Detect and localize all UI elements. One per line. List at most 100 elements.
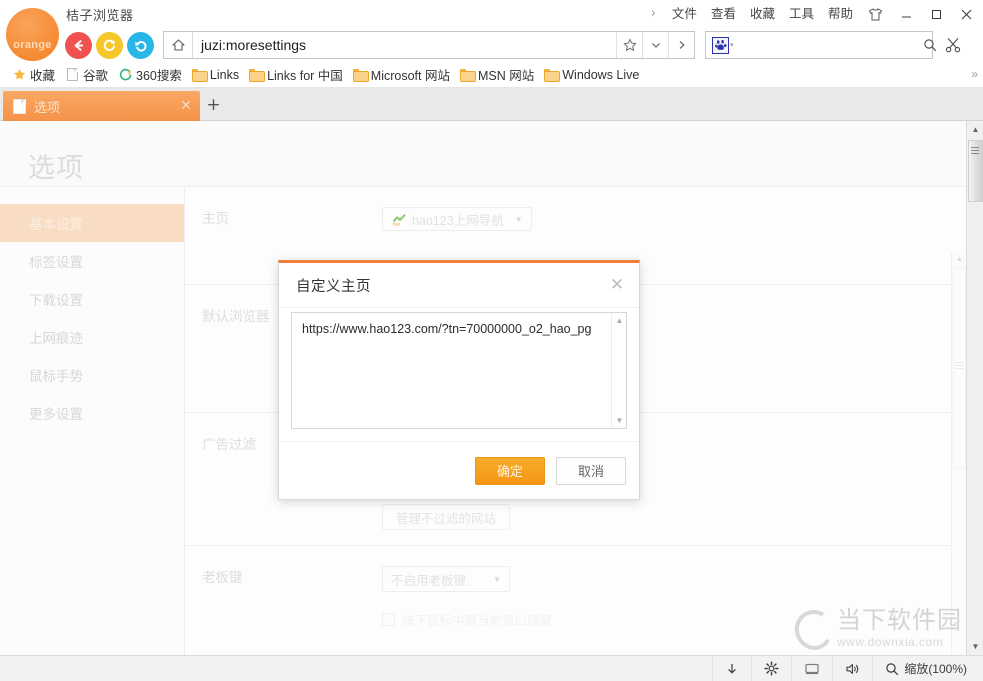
tab-favicon-icon <box>13 99 26 114</box>
boss-key-checkbox-label: 按下鼠标中键当前窗口隐藏 <box>402 610 552 629</box>
window-mode-button[interactable] <box>791 656 832 681</box>
go-button[interactable] <box>668 32 694 58</box>
scroll-down-icon[interactable]: ▼ <box>967 638 983 655</box>
bookmark-label: 360搜索 <box>136 65 182 84</box>
boss-key-select[interactable]: 不启用老板键 ▼ <box>382 566 510 592</box>
bookmark-windows-live[interactable]: Windows Live <box>540 66 645 84</box>
address-bar[interactable]: juzi:moresettings <box>163 31 695 59</box>
sidebar-item-tab-settings[interactable]: 标签设置 <box>0 242 184 280</box>
tab-options[interactable]: 选项 ✕ <box>3 91 200 121</box>
custom-homepage-dialog: 自定义主页 ✕ https://www.hao123.com/?tn=70000… <box>278 260 640 500</box>
menu-item-tools[interactable]: 工具 <box>782 0 821 28</box>
tshirt-icon[interactable] <box>860 8 891 21</box>
bookmark-links-for-china[interactable]: Links for 中国 <box>245 63 349 86</box>
bookmark-label: Links for 中国 <box>267 65 343 84</box>
menu-expand-icon[interactable]: › <box>642 0 665 28</box>
homepage-url-textarea[interactable]: https://www.hao123.com/?tn=70000000_o2_h… <box>291 312 627 429</box>
cancel-button[interactable]: 取消 <box>556 457 626 485</box>
home-icon[interactable] <box>164 32 193 58</box>
folder-icon <box>192 68 206 82</box>
dialog-title: 自定义主页 <box>296 275 607 296</box>
menu-item-favorites[interactable]: 收藏 <box>743 0 782 28</box>
tab-close-icon[interactable]: ✕ <box>178 98 194 114</box>
menu-bar: › 文件 查看 收藏 工具 帮助 <box>642 0 981 28</box>
scroll-up-icon[interactable]: ▲ <box>967 121 983 138</box>
bookmark-links[interactable]: Links <box>188 66 245 84</box>
downloads-button[interactable] <box>712 656 751 681</box>
doc-icon <box>65 68 79 82</box>
tab-title: 选项 <box>34 97 178 116</box>
checkbox-box[interactable] <box>382 613 395 626</box>
sidebar-item-download-settings[interactable]: 下载设置 <box>0 280 184 318</box>
bookmark-label: MSN 网站 <box>478 65 534 84</box>
hao123-icon: hao <box>391 212 407 226</box>
bookmark-msn[interactable]: MSN 网站 <box>456 63 540 86</box>
confirm-button[interactable]: 确定 <box>475 457 545 485</box>
sidebar-item-label: 基本设置 <box>29 213 83 233</box>
setting-label: 老板键 <box>185 566 382 590</box>
zoom-label: 缩放(100%) <box>904 660 967 677</box>
homepage-url-value[interactable]: https://www.hao123.com/?tn=70000000_o2_h… <box>302 322 604 336</box>
svg-text:hao: hao <box>393 221 401 226</box>
sidebar-item-label: 上网痕迹 <box>29 327 83 347</box>
page-title: 选项 <box>28 146 84 185</box>
maximize-button[interactable] <box>921 0 951 28</box>
page-scrollbar[interactable]: ▲ ▼ <box>951 252 966 655</box>
status-bar: 缩放(100%) <box>0 655 983 681</box>
title-bar: 桔子浏览器 › 文件 查看 收藏 工具 帮助 <box>0 0 983 28</box>
bookmark-label: 谷歌 <box>83 65 108 84</box>
bookmark-star-icon[interactable] <box>616 32 642 58</box>
bookmarks-overflow-icon[interactable]: » <box>971 67 978 81</box>
dialog-body: https://www.hao123.com/?tn=70000000_o2_h… <box>279 308 639 429</box>
back-button[interactable] <box>65 32 92 59</box>
restore-session-button[interactable] <box>127 32 154 59</box>
brand-title: 桔子浏览器 <box>66 5 134 24</box>
reload-button[interactable] <box>96 32 123 59</box>
new-tab-button[interactable]: + <box>205 97 222 114</box>
settings-button[interactable] <box>751 656 791 681</box>
textarea-scrollbar[interactable]: ▲ ▼ <box>611 313 626 428</box>
minimize-button[interactable] <box>891 0 921 28</box>
manage-unfiltered-sites-button[interactable]: 管理不过滤的网站 <box>382 504 510 530</box>
bookmark-label: Microsoft 网站 <box>371 65 450 84</box>
star-icon <box>12 68 26 82</box>
boss-key-select-value: 不启用老板键 <box>391 570 466 589</box>
zoom-control[interactable]: 缩放(100%) <box>872 656 983 681</box>
address-input[interactable]: juzi:moresettings <box>193 37 616 53</box>
chevron-down-icon[interactable]: ▼ <box>509 215 523 224</box>
scrollbar-grip-icon <box>971 147 979 156</box>
menu-item-view[interactable]: 查看 <box>704 0 743 28</box>
sidebar-item-browsing-history[interactable]: 上网痕迹 <box>0 318 184 356</box>
boss-key-checkbox[interactable]: 按下鼠标中键当前窗口隐藏 <box>382 610 552 629</box>
bookmark-google[interactable]: 谷歌 <box>61 63 114 86</box>
bookmark-favorites[interactable]: 收藏 <box>8 63 61 86</box>
sound-button[interactable] <box>832 656 872 681</box>
sidebar-item-mouse-gestures[interactable]: 鼠标手势 <box>0 356 184 394</box>
tab-strip: 选项 ✕ + <box>0 88 983 121</box>
bookmark-microsoft[interactable]: Microsoft 网站 <box>349 63 456 86</box>
dialog-footer: 确定 取消 <box>279 441 639 499</box>
sidebar-item-label: 更多设置 <box>29 403 83 423</box>
bookmark-label: Links <box>210 68 239 82</box>
scroll-up-icon[interactable]: ▲ <box>952 252 966 266</box>
menu-item-help[interactable]: 帮助 <box>821 0 860 28</box>
scroll-down-icon[interactable]: ▼ <box>612 413 627 428</box>
browser-logo[interactable]: orange <box>6 8 59 61</box>
close-icon[interactable]: ✕ <box>607 275 627 295</box>
chevron-down-icon[interactable] <box>642 32 668 58</box>
screenshot-scissors-icon[interactable] <box>941 34 965 56</box>
search-bar[interactable]: ▾ <box>705 31 933 59</box>
scroll-up-icon[interactable]: ▲ <box>612 313 627 328</box>
browser-scrollbar[interactable]: ▲ ▼ <box>966 121 983 655</box>
menu-item-file[interactable]: 文件 <box>665 0 704 28</box>
sidebar-item-more-settings[interactable]: 更多设置 <box>0 394 184 432</box>
bookmark-360-search[interactable]: 360搜索 <box>114 63 188 86</box>
chevron-down-icon[interactable]: ▼ <box>487 575 501 584</box>
search-icon[interactable] <box>916 38 944 52</box>
close-button[interactable] <box>951 0 981 28</box>
homepage-select[interactable]: hao hao123上网导航 ▼ <box>382 207 532 231</box>
sidebar-item-basic-settings[interactable]: 基本设置 <box>0 204 184 242</box>
search-input[interactable] <box>734 38 916 53</box>
sidebar-item-label: 鼠标手势 <box>29 365 83 385</box>
baidu-paw-icon[interactable] <box>712 37 729 54</box>
